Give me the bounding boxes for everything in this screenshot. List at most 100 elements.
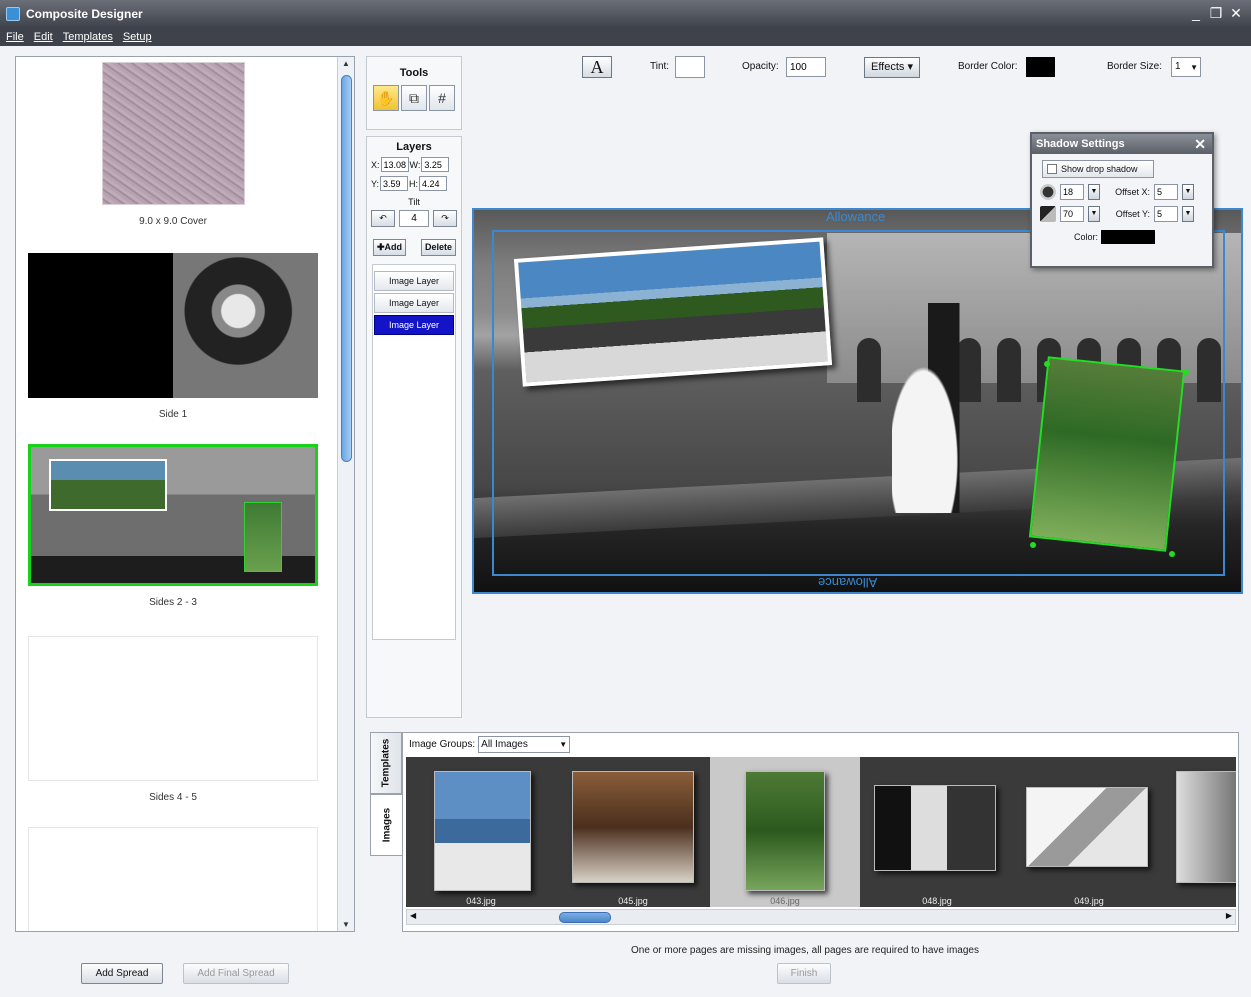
add-spread-button[interactable]: Add Spread — [81, 963, 163, 984]
shadow-blur-field[interactable] — [1060, 184, 1084, 200]
opacity-label: Opacity: — [742, 61, 779, 72]
menu-file[interactable]: File — [6, 31, 24, 43]
offset-x-field[interactable] — [1154, 184, 1178, 200]
pointer-tool-icon[interactable]: ✋ — [373, 85, 399, 111]
text-tool-button[interactable]: A — [582, 56, 612, 78]
images-panel: Image Groups: All Images ▼ 043.jpg 045.j… — [402, 732, 1239, 932]
effects-button[interactable]: Effects ▾ — [864, 57, 920, 78]
minimize-button[interactable]: _ — [1189, 5, 1203, 22]
rotate-left-icon[interactable]: ↶ — [371, 210, 395, 227]
cover-thumbnail — [101, 62, 245, 205]
rotate-right-icon[interactable]: ↷ — [433, 210, 457, 227]
show-drop-shadow-toggle[interactable]: Show drop shadow — [1042, 160, 1154, 178]
blur-icon — [1040, 184, 1056, 200]
y-field[interactable] — [380, 176, 409, 191]
add-final-spread-button[interactable]: Add Final Spread — [183, 963, 289, 984]
finish-button[interactable]: Finish — [777, 963, 831, 984]
tilt-field[interactable] — [399, 210, 429, 227]
page-thumb-next[interactable] — [28, 827, 318, 931]
scroll-left-icon[interactable]: ◀ — [410, 911, 416, 920]
page-thumb-sides-4-5[interactable]: Sides 4 - 5 — [28, 636, 318, 803]
grid-tool-icon[interactable]: # — [429, 85, 455, 111]
window-title: Composite Designer — [26, 7, 143, 21]
blank-thumbnail — [28, 827, 318, 931]
scrollbar-thumb[interactable] — [559, 912, 611, 923]
add-layer-button[interactable]: ✚Add — [373, 239, 407, 256]
scroll-right-icon[interactable]: ▶ — [1226, 911, 1232, 920]
border-color-label: Border Color: — [958, 61, 1018, 72]
page-list-panel: 9.0 x 9.0 Cover Side 1 Sides 2 - 3 Sides… — [15, 56, 355, 932]
border-color-swatch[interactable] — [1026, 57, 1055, 77]
chevron-down-icon[interactable]: ▼ — [1088, 184, 1100, 200]
image-preview — [1026, 787, 1148, 867]
menu-templates[interactable]: Templates — [63, 31, 113, 43]
scroll-up-icon[interactable]: ▲ — [341, 59, 351, 68]
image-groups-value: All Images — [481, 738, 528, 750]
layers-panel: Layers X: W: Y: H: Tilt ↶ ↷ ✚Add Delete … — [366, 136, 462, 718]
border-size-select[interactable]: 1 ▼ — [1171, 57, 1201, 77]
layer-item[interactable]: Image Layer — [374, 293, 454, 313]
image-filename: 046.jpg — [770, 896, 800, 906]
opacity-field[interactable] — [786, 57, 826, 77]
properties-toolbar: A Tint: Opacity: Effects ▾ Border Color:… — [470, 56, 1245, 82]
app-icon — [6, 7, 20, 21]
shadow-opacity-field[interactable] — [1060, 206, 1084, 222]
crop-tool-icon[interactable]: ⧉ — [401, 85, 427, 111]
page-thumbnail-list: 9.0 x 9.0 Cover Side 1 Sides 2 - 3 Sides… — [16, 57, 338, 931]
chevron-down-icon: ▼ — [559, 739, 568, 749]
chevron-down-icon[interactable]: ▼ — [1182, 184, 1194, 200]
delete-layer-button[interactable]: Delete — [420, 239, 456, 256]
page-thumb-cover[interactable]: 9.0 x 9.0 Cover — [28, 62, 318, 227]
tools-panel: Tools ✋ ⧉ # — [366, 56, 462, 130]
layer-item-selected[interactable]: Image Layer — [374, 315, 454, 335]
page-thumb-sides-2-3[interactable]: Sides 2 - 3 — [28, 444, 318, 608]
tint-color-swatch[interactable] — [675, 56, 705, 78]
layer-item[interactable]: Image Layer — [374, 271, 454, 291]
side-1-thumbnail — [28, 253, 318, 398]
image-preview — [1176, 771, 1236, 883]
menu-edit[interactable]: Edit — [34, 31, 53, 43]
image-thumb[interactable]: 045.jpg — [558, 757, 708, 907]
offset-x-label: Offset X: — [1115, 187, 1150, 197]
image-strip: 043.jpg 045.jpg 046.jpg 048.jpg 049.jpg — [406, 757, 1236, 907]
asset-browser: Templates Images Image Groups: All Image… — [366, 732, 1242, 932]
restore-button[interactable]: ❐ — [1209, 5, 1223, 22]
shadow-color-swatch[interactable] — [1101, 230, 1156, 244]
close-icon[interactable]: ✕ — [1194, 134, 1206, 154]
tab-images[interactable]: Images — [370, 794, 402, 856]
page-thumb-side-1[interactable]: Side 1 — [28, 253, 318, 420]
page-caption: Sides 4 - 5 — [149, 792, 197, 803]
h-label: H: — [409, 178, 419, 189]
image-thumb[interactable]: 043.jpg — [406, 757, 556, 907]
checkbox-icon[interactable] — [1047, 164, 1057, 174]
image-groups-select[interactable]: All Images ▼ — [478, 735, 571, 753]
image-strip-scrollbar[interactable]: ◀ ▶ — [406, 909, 1236, 925]
image-thumb-selected[interactable]: 046.jpg — [710, 757, 860, 907]
width-field[interactable] — [421, 157, 450, 172]
show-drop-shadow-label: Show drop shadow — [1061, 164, 1138, 174]
image-preview — [745, 771, 825, 891]
layers-title: Layers — [396, 141, 432, 153]
image-thumb[interactable]: 048.jpg — [862, 757, 1012, 907]
chevron-down-icon[interactable]: ▼ — [1182, 206, 1194, 222]
dialog-title: Shadow Settings — [1036, 138, 1125, 150]
close-button[interactable]: ✕ — [1229, 5, 1243, 22]
scroll-down-icon[interactable]: ▼ — [341, 920, 351, 929]
scrollbar-thumb[interactable] — [341, 75, 352, 462]
image-thumb[interactable]: 049.jpg — [1014, 757, 1164, 907]
height-field[interactable] — [419, 176, 448, 191]
chevron-down-icon[interactable]: ▼ — [1088, 206, 1100, 222]
title-bar: Composite Designer _ ❐ ✕ — [0, 0, 1251, 28]
chevron-down-icon: ▼ — [1190, 63, 1198, 72]
w-label: W: — [409, 159, 421, 170]
window-controls: _ ❐ ✕ — [1189, 5, 1243, 22]
browser-tabs: Templates Images — [366, 732, 404, 856]
page-list-scrollbar[interactable]: ▲ ▼ — [337, 57, 354, 931]
image-groups-label: Image Groups: — [409, 738, 476, 750]
image-preview — [572, 771, 694, 883]
offset-y-field[interactable] — [1154, 206, 1178, 222]
menu-setup[interactable]: Setup — [123, 31, 152, 43]
x-field[interactable] — [380, 157, 409, 172]
image-thumb[interactable]: 050 — [1166, 757, 1236, 907]
tab-templates[interactable]: Templates — [370, 732, 402, 794]
